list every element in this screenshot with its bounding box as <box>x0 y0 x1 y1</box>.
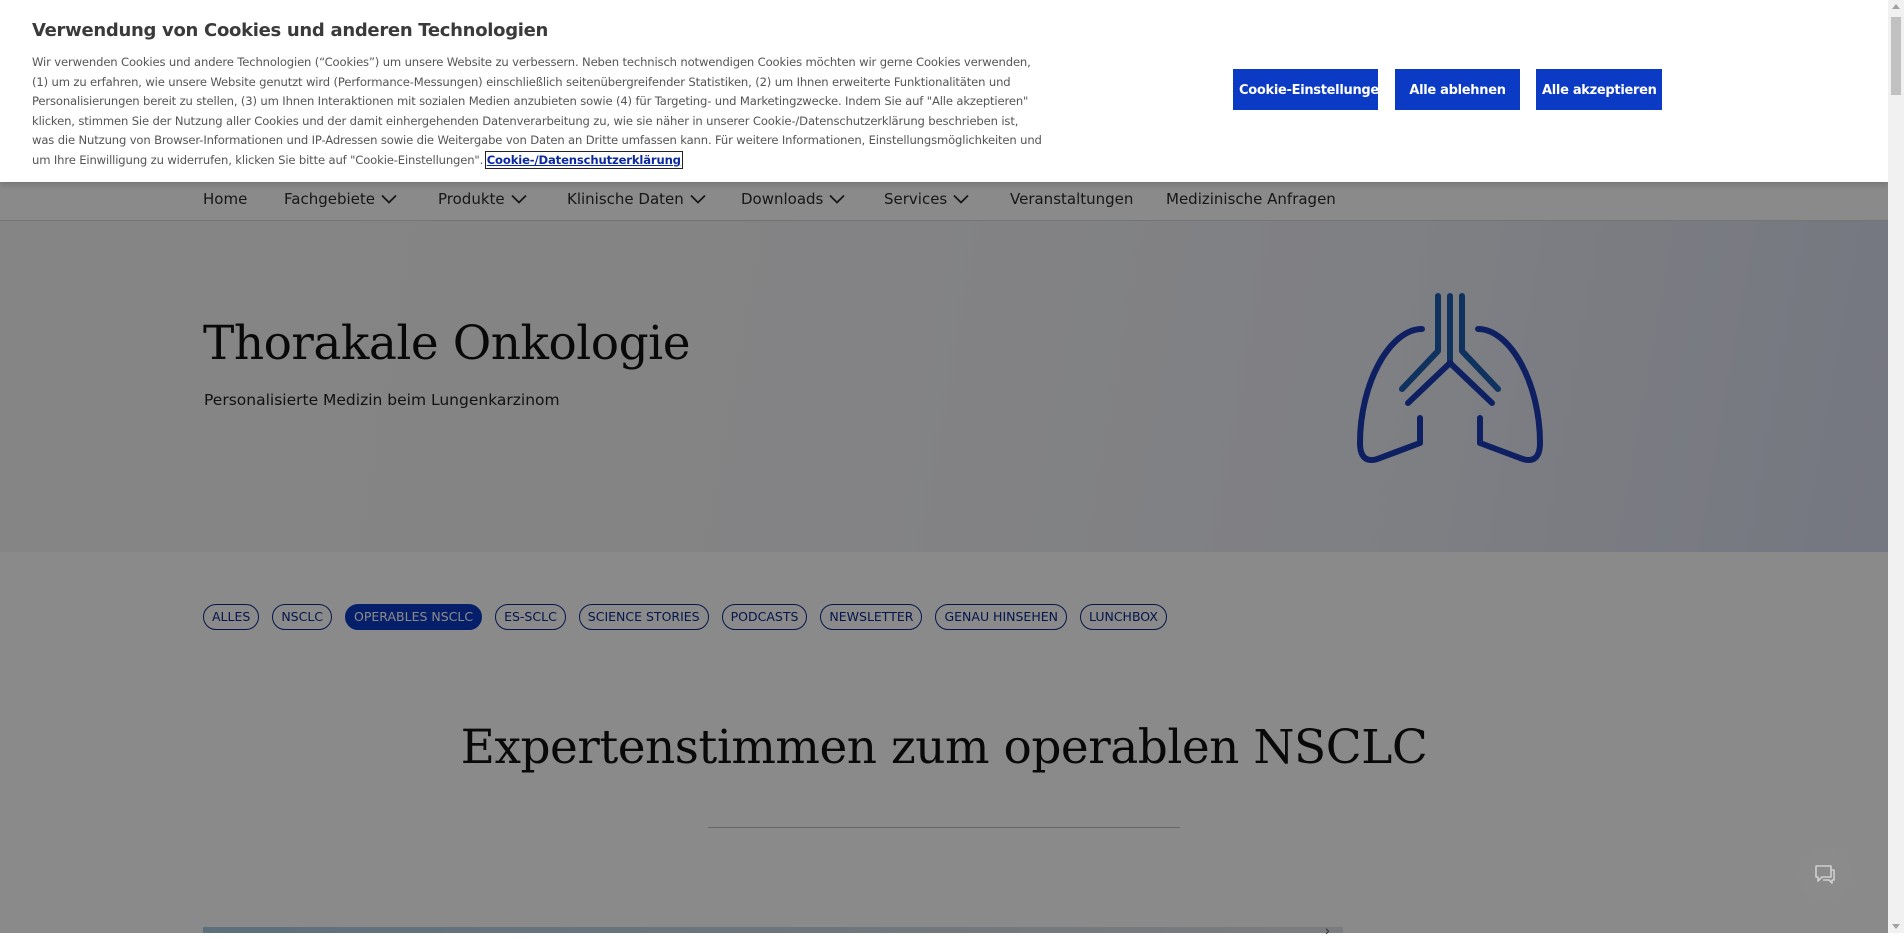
scroll-down-arrow-icon[interactable] <box>1892 924 1900 929</box>
cookie-settings-button[interactable]: Cookie-Einstellungen <box>1233 69 1388 110</box>
cookie-banner-text: Wir verwenden Cookies und andere Technol… <box>32 53 1042 171</box>
privacy-policy-link[interactable]: Cookie-/Datenschutzerklärung <box>484 150 683 169</box>
chat-button[interactable] <box>1798 847 1852 901</box>
scroll-up-arrow-icon[interactable] <box>1892 4 1900 9</box>
chat-icon <box>1815 865 1835 884</box>
vertical-scrollbar[interactable] <box>1888 0 1904 933</box>
cookie-banner-body: Wir verwenden Cookies und andere Technol… <box>32 55 1042 167</box>
scrollbar-thumb[interactable] <box>1891 17 1901 95</box>
cookie-banner: Verwendung von Cookies und anderen Techn… <box>0 0 1888 182</box>
accept-all-button[interactable]: Alle akzeptieren <box>1536 69 1662 110</box>
reject-all-button[interactable]: Alle ablehnen <box>1395 69 1520 110</box>
cookie-banner-title: Verwendung von Cookies und anderen Techn… <box>32 20 549 41</box>
